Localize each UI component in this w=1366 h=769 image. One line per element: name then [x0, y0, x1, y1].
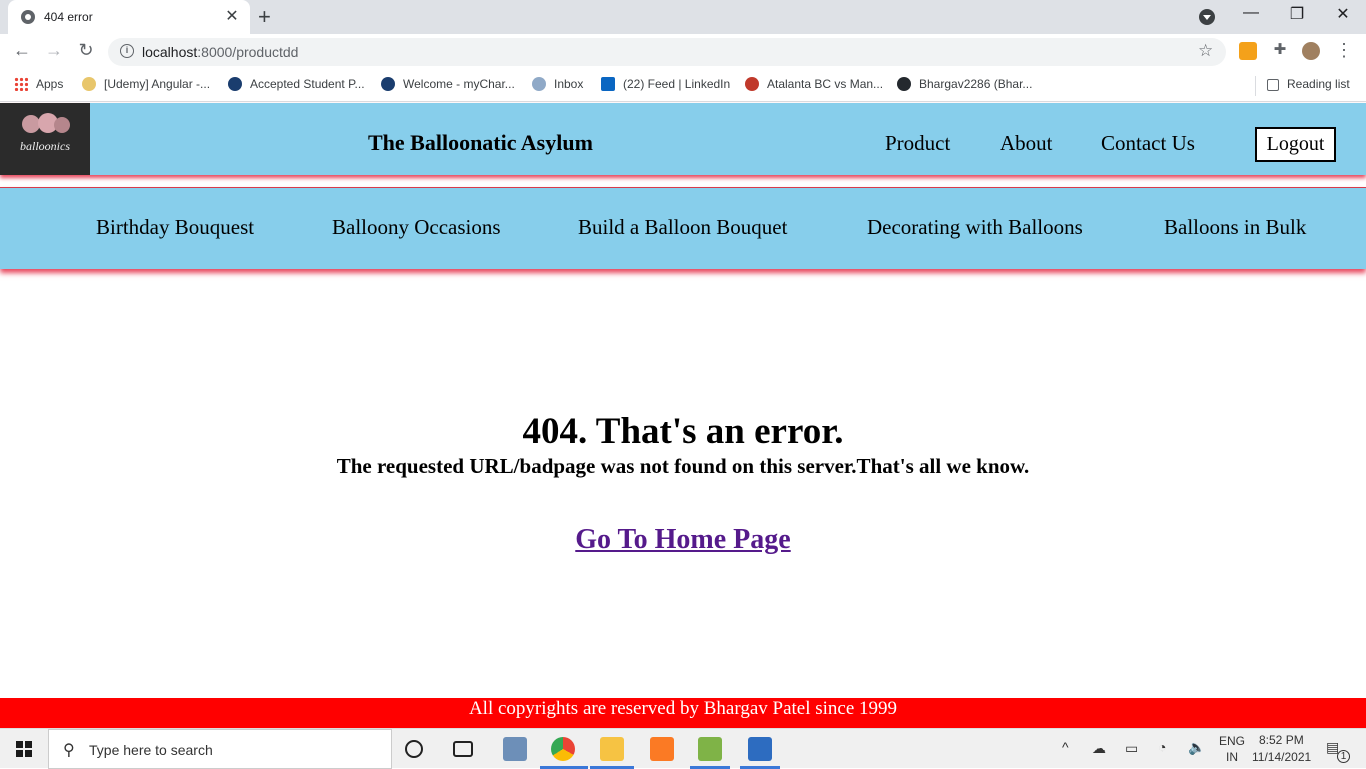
sports-icon [745, 77, 759, 91]
taskbar-search[interactable]: ⚲ Type here to search [48, 729, 392, 769]
bookmark-star-icon[interactable]: ☆ [1198, 41, 1213, 61]
logout-button[interactable]: Logout [1255, 127, 1336, 162]
notification-count-badge: 1 [1337, 750, 1350, 763]
browser-tab[interactable]: 404 error ✕ [8, 0, 250, 34]
site-logo[interactable]: balloonics [0, 103, 90, 175]
extension-shopping-icon[interactable] [1239, 42, 1257, 60]
search-placeholder: Type here to search [89, 742, 213, 758]
bookmark-atalanta[interactable]: Atalanta BC vs Man... [745, 77, 883, 91]
chrome-icon[interactable] [551, 737, 575, 761]
web-page: balloonics The Balloonatic Asylum Produc… [0, 103, 1366, 728]
category-nav: Birthday Bouquest Balloony Occasions Bui… [0, 187, 1366, 269]
site-header: balloonics The Balloonatic Asylum Produc… [0, 103, 1366, 175]
desktop-app-icon[interactable] [503, 737, 527, 761]
address-bar[interactable]: i localhost:8000/productdd ☆ [108, 38, 1226, 66]
xampp-icon[interactable] [650, 737, 674, 761]
site-title: The Balloonatic Asylum [368, 130, 593, 155]
browser-tab-strip: 404 error ✕ + — ❐ ✕ [0, 0, 1366, 34]
globe-icon [21, 10, 35, 24]
error-title: 404. That's an error. [522, 411, 844, 452]
error-message: The requested URL/badpage was not found … [336, 454, 1030, 478]
clock-time[interactable]: 8:52 PM [1259, 733, 1304, 747]
browser-toolbar: ← → ↻ i localhost:8000/productdd ☆ ✚ ⋮ [0, 34, 1366, 70]
apps-grid-icon [14, 77, 28, 91]
balloon-icon [54, 117, 70, 133]
menu-kebab-icon[interactable]: ⋮ [1332, 40, 1356, 61]
close-tab-icon[interactable]: ✕ [222, 6, 242, 26]
info-icon[interactable]: i [120, 44, 134, 58]
bookmark-accepted-student[interactable]: Accepted Student P... [228, 77, 365, 91]
volume-icon[interactable]: 🔈 [1188, 739, 1205, 756]
cloud-icon[interactable]: ☁ [1092, 740, 1106, 757]
category-balloons-in-bulk[interactable]: Balloons in Bulk [1164, 215, 1306, 240]
tab-search-icon[interactable] [1199, 9, 1215, 25]
reload-icon[interactable]: ↻ [74, 40, 98, 61]
windows-start-icon[interactable] [16, 741, 32, 757]
category-build-a-balloon-bouquet[interactable]: Build a Balloon Bouquet [578, 215, 787, 240]
bookmark-inbox[interactable]: Inbox [532, 77, 583, 91]
profile-avatar[interactable] [1302, 42, 1320, 60]
search-icon: ⚲ [63, 742, 75, 759]
minimize-button[interactable]: — [1228, 4, 1274, 22]
nav-product[interactable]: Product [885, 131, 950, 156]
reading-list-icon [1267, 79, 1279, 91]
category-balloony-occasions[interactable]: Balloony Occasions [332, 215, 501, 240]
url-text[interactable]: localhost:8000/productdd [142, 44, 298, 60]
back-arrow-icon[interactable]: ← [10, 40, 34, 61]
file-explorer-icon[interactable] [600, 737, 624, 761]
puzzle-extensions-icon[interactable]: ✚ [1268, 40, 1292, 58]
linkedin-icon [601, 77, 615, 91]
battery-icon[interactable]: ▭ [1125, 740, 1138, 757]
clock-date[interactable]: 11/14/2021 [1252, 750, 1311, 764]
close-window-button[interactable]: ✕ [1320, 4, 1366, 24]
region-indicator[interactable]: IN [1226, 750, 1238, 764]
university-icon [381, 77, 395, 91]
forward-arrow-icon[interactable]: → [42, 40, 66, 61]
category-decorating-with-balloons[interactable]: Decorating with Balloons [867, 215, 1083, 240]
bookmark-mycharlotte[interactable]: Welcome - myChar... [381, 77, 515, 91]
github-icon [897, 77, 911, 91]
nav-about[interactable]: About [1000, 131, 1053, 156]
category-birthday-bouquest[interactable]: Birthday Bouquest [96, 215, 254, 240]
cortana-icon[interactable] [405, 740, 423, 758]
notepad-icon[interactable] [698, 737, 722, 761]
chevron-up-icon[interactable]: ^ [1062, 739, 1069, 755]
site-footer: All copyrights are reserved by Bhargav P… [0, 698, 1366, 728]
university-icon [228, 77, 242, 91]
go-home-link[interactable]: Go To Home Page [575, 524, 790, 555]
task-view-icon[interactable] [453, 741, 473, 757]
bookmarks-bar: Apps [Udemy] Angular -... Accepted Stude… [0, 70, 1366, 102]
reading-list-button[interactable]: Reading list [1267, 77, 1350, 91]
bulb-icon [82, 77, 96, 91]
language-indicator[interactable]: ENG [1219, 734, 1245, 748]
logo-text: balloonics [20, 139, 70, 153]
bookmark-github[interactable]: Bhargav2286 (Bhar... [897, 77, 1032, 91]
tab-title: 404 error [44, 10, 93, 24]
home-link-container: Go To Home Page [0, 524, 1366, 556]
bookmark-linkedin[interactable]: (22) Feed | LinkedIn [601, 77, 730, 91]
new-tab-button[interactable]: + [258, 4, 271, 30]
separator [1255, 76, 1256, 96]
bookmark-udemy[interactable]: [Udemy] Angular -... [82, 77, 210, 91]
restore-button[interactable]: ❐ [1274, 4, 1320, 24]
bookmark-apps[interactable]: Apps [14, 77, 63, 91]
powershell-icon[interactable] [748, 737, 772, 761]
nav-contact-us[interactable]: Contact Us [1101, 131, 1195, 156]
windows-taskbar: ⚲ Type here to search ^ ☁ ▭ ◔ 🔈 ENG IN 8… [0, 728, 1366, 769]
wifi-icon[interactable]: ◔ [1158, 739, 1166, 755]
mail-icon [532, 77, 546, 91]
